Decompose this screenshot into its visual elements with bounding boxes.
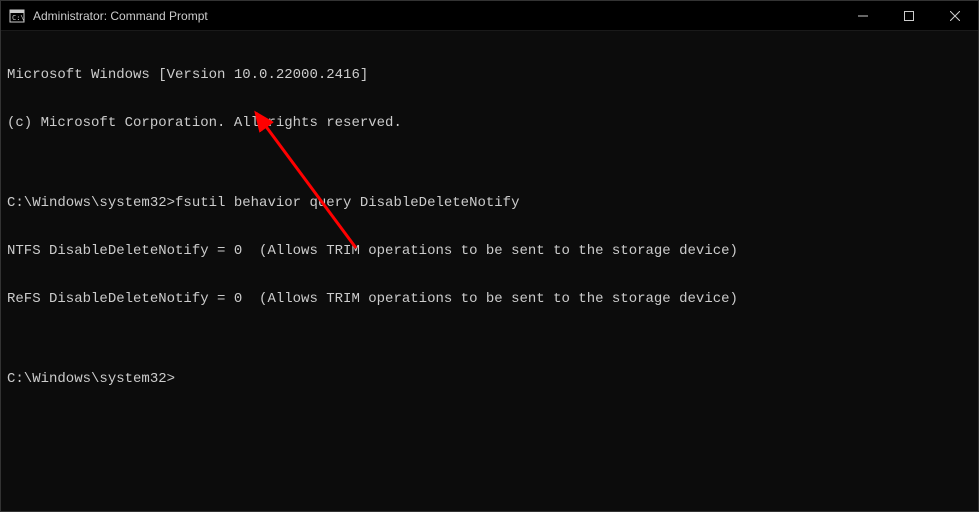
minimize-button[interactable] [840, 1, 886, 30]
command-prompt-window: C:\ Administrator: Command Prompt Micros… [0, 0, 979, 512]
close-button[interactable] [932, 1, 978, 30]
terminal-output[interactable]: Microsoft Windows [Version 10.0.22000.24… [1, 31, 978, 511]
terminal-line: Microsoft Windows [Version 10.0.22000.24… [7, 67, 972, 83]
cmd-icon: C:\ [9, 8, 25, 24]
titlebar: C:\ Administrator: Command Prompt [1, 1, 978, 31]
terminal-line: C:\Windows\system32> [7, 371, 972, 387]
maximize-button[interactable] [886, 1, 932, 30]
terminal-line: C:\Windows\system32>fsutil behavior quer… [7, 195, 972, 211]
svg-text:C:\: C:\ [12, 14, 25, 22]
terminal-line: (c) Microsoft Corporation. All rights re… [7, 115, 972, 131]
terminal-line: NTFS DisableDeleteNotify = 0 (Allows TRI… [7, 243, 972, 259]
window-controls [840, 1, 978, 30]
window-title: Administrator: Command Prompt [33, 9, 208, 23]
terminal-line: ReFS DisableDeleteNotify = 0 (Allows TRI… [7, 291, 972, 307]
titlebar-left: C:\ Administrator: Command Prompt [9, 8, 208, 24]
